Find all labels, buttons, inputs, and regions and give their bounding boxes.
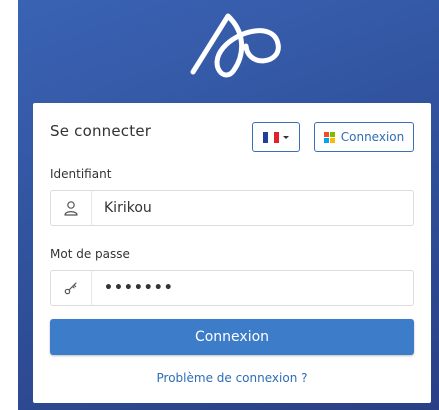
username-field[interactable]: Kirikou — [50, 190, 414, 226]
password-field[interactable]: ••••••• — [50, 270, 414, 306]
page-title: Se connecter — [50, 122, 152, 140]
microsoft-login-label: Connexion — [340, 130, 405, 144]
user-icon — [64, 201, 78, 216]
password-label: Mot de passe — [50, 247, 130, 261]
user-icon-addon — [51, 191, 92, 225]
username-label: Identifiant — [50, 167, 112, 181]
key-icon — [64, 282, 77, 295]
france-flag-icon — [263, 131, 279, 143]
login-help-link[interactable]: Problème de connexion ? — [50, 371, 414, 385]
password-input[interactable]: ••••••• — [92, 280, 174, 296]
microsoft-logo-icon — [323, 131, 335, 143]
username-input[interactable]: Kirikou — [92, 200, 152, 216]
app-logo — [190, 13, 281, 78]
caret-down-icon — [283, 135, 289, 139]
microsoft-login-button[interactable]: Connexion — [314, 122, 414, 152]
language-selector-button[interactable] — [252, 122, 300, 152]
key-icon-addon — [51, 271, 92, 305]
login-submit-button[interactable]: Connexion — [50, 319, 414, 355]
